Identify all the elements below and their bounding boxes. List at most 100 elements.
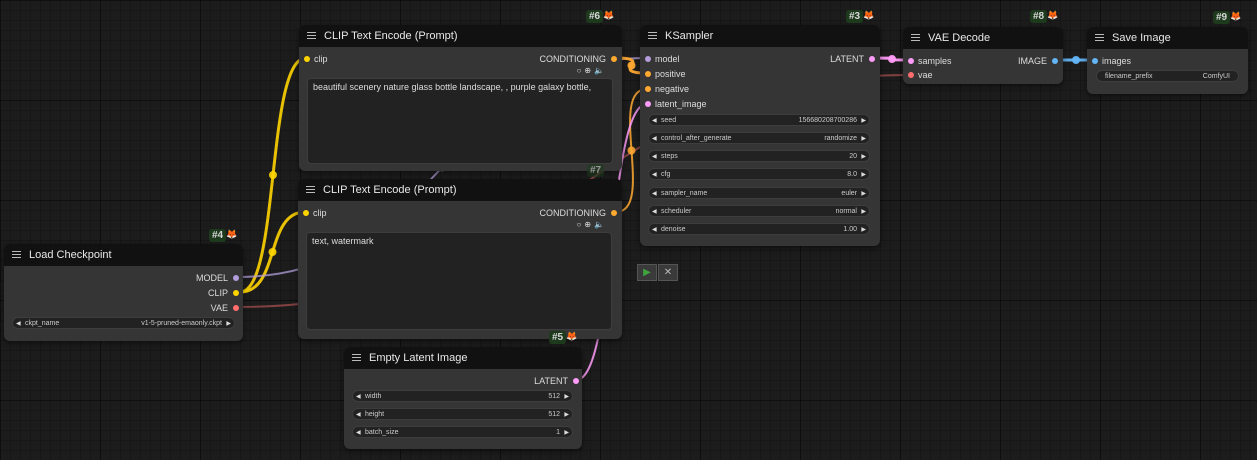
link-midpoint-handle[interactable] xyxy=(269,171,277,179)
decrement-arrow-icon[interactable]: ◀ xyxy=(652,190,657,197)
node-title-bar[interactable]: CLIP Text Encode (Prompt) xyxy=(299,25,622,47)
decrement-arrow-icon[interactable]: ◀ xyxy=(356,429,361,436)
link-midpoint-handle[interactable] xyxy=(268,248,277,256)
images-input-slot[interactable] xyxy=(1092,58,1098,64)
speaker-icon[interactable]: 🔈 xyxy=(594,66,607,75)
seed-widget[interactable]: ◀ seed 156680208700286 ▶ xyxy=(648,114,870,126)
negative-input-slot[interactable] xyxy=(645,86,651,92)
ckpt-name-widget[interactable]: ◀ ckpt_name v1-5-pruned-emaonly.ckpt ▶ xyxy=(12,317,235,329)
node-title-bar[interactable]: KSampler xyxy=(640,25,880,47)
cfg-widget[interactable]: ◀ cfg 8.0 ▶ xyxy=(648,168,870,180)
empty-latent-image-node[interactable]: Empty Latent Image LATENT ◀ width 512 ▶ ◀ he… xyxy=(344,347,582,449)
play-icon[interactable]: ▶ xyxy=(637,264,657,281)
node-title: Load Checkpoint xyxy=(29,249,112,261)
vae-output-slot[interactable] xyxy=(233,305,239,311)
load-checkpoint-node[interactable]: Load Checkpoint MODEL CLIP VAE ◀ ckpt_nam… xyxy=(4,244,243,341)
fox-icon: 🦊 xyxy=(226,229,238,239)
node-title: KSampler xyxy=(665,30,714,42)
conditioning-output-slot[interactable] xyxy=(611,210,617,216)
conditioning-output-label: CONDITIONING xyxy=(539,54,607,64)
hamburger-icon[interactable] xyxy=(648,32,657,40)
link-midpoint-handle[interactable] xyxy=(627,146,636,155)
clip-output-slot[interactable] xyxy=(233,290,239,296)
save-image-node[interactable]: Save Image images filename_prefix ComfyUI xyxy=(1087,27,1248,94)
clip-input-slot[interactable] xyxy=(304,56,310,62)
increment-arrow-icon[interactable]: ▶ xyxy=(861,153,866,160)
node-title-bar[interactable]: CLIP Text Encode (Prompt) xyxy=(298,179,622,201)
widget-label: sampler_name xyxy=(661,189,708,197)
decrement-arrow-icon[interactable]: ◀ xyxy=(652,153,657,160)
height-widget[interactable]: ◀ height 512 ▶ xyxy=(352,408,573,420)
model-input-slot[interactable] xyxy=(645,56,651,62)
clip-input-slot[interactable] xyxy=(303,210,309,216)
prompt-textarea[interactable]: text, watermark xyxy=(306,232,612,330)
scheduler-widget[interactable]: ◀ scheduler normal ▶ xyxy=(648,205,870,217)
latent-image-input-slot[interactable] xyxy=(645,101,651,107)
conditioning-output-slot[interactable] xyxy=(611,56,617,62)
positive-input-slot[interactable] xyxy=(645,71,651,77)
crosshair-icon[interactable]: ⊕ xyxy=(584,66,594,75)
samples-input-slot[interactable] xyxy=(908,58,914,64)
increment-arrow-icon[interactable]: ▶ xyxy=(861,117,866,124)
clip-text-encode-negative-node[interactable]: CLIP Text Encode (Prompt) clip CONDITION… xyxy=(298,179,622,339)
prompt-textarea[interactable]: beautiful scenery nature glass bottle la… xyxy=(307,78,613,164)
clip-text-encode-positive-node[interactable]: CLIP Text Encode (Prompt) clip CONDITION… xyxy=(299,25,622,171)
increment-arrow-icon[interactable]: ▶ xyxy=(861,226,866,233)
node-title-bar[interactable]: Load Checkpoint xyxy=(4,244,243,266)
sampler-name-widget[interactable]: ◀ sampler_name euler ▶ xyxy=(648,187,870,199)
decrement-arrow-icon[interactable]: ◀ xyxy=(652,208,657,215)
decrement-arrow-icon[interactable]: ◀ xyxy=(16,320,21,327)
increment-arrow-icon[interactable]: ▶ xyxy=(226,320,231,327)
hamburger-icon[interactable] xyxy=(12,251,21,259)
increment-arrow-icon[interactable]: ▶ xyxy=(861,171,866,178)
node-title-bar[interactable]: Save Image xyxy=(1087,27,1248,49)
vae-input-slot[interactable] xyxy=(908,72,914,78)
widget-value: ComfyUI xyxy=(1202,72,1230,80)
node-id-badge: #6 xyxy=(586,10,604,23)
hamburger-icon[interactable] xyxy=(307,32,316,40)
close-icon[interactable]: ✕ xyxy=(658,264,678,281)
crosshair-icon[interactable]: ⊕ xyxy=(584,220,594,229)
fox-icon: 🦊 xyxy=(863,10,875,20)
steps-widget[interactable]: ◀ steps 20 ▶ xyxy=(648,150,870,162)
denoise-widget[interactable]: ◀ denoise 1.00 ▶ xyxy=(648,223,870,235)
latent-output-slot[interactable] xyxy=(573,378,579,384)
image-output-slot[interactable] xyxy=(1052,58,1058,64)
filename-prefix-widget[interactable]: filename_prefix ComfyUI xyxy=(1096,70,1239,82)
decrement-arrow-icon[interactable]: ◀ xyxy=(356,411,361,418)
decrement-arrow-icon[interactable]: ◀ xyxy=(652,171,657,178)
hamburger-icon[interactable] xyxy=(1095,34,1104,42)
decrement-arrow-icon[interactable]: ◀ xyxy=(356,393,361,400)
widget-label: seed xyxy=(661,116,677,124)
speaker-icon[interactable]: 🔈 xyxy=(594,220,607,229)
control-after-generate-widget[interactable]: ◀ control_after_generate randomize ▶ xyxy=(648,132,870,144)
model-output-slot[interactable] xyxy=(233,275,239,281)
link-midpoint-handle[interactable] xyxy=(1072,56,1080,64)
decrement-arrow-icon[interactable]: ◀ xyxy=(652,117,657,124)
vae-decode-node[interactable]: VAE Decode samples vae IMAGE xyxy=(903,27,1063,84)
clip-output-label: CLIP xyxy=(207,288,228,298)
link-midpoint-handle[interactable] xyxy=(888,55,896,63)
node-title-bar[interactable]: Empty Latent Image xyxy=(344,347,582,369)
batch-size-widget[interactable]: ◀ batch_size 1 ▶ xyxy=(352,426,573,438)
vae-output-label: VAE xyxy=(210,303,228,313)
widget-value: 512 xyxy=(548,410,560,418)
ksampler-node[interactable]: KSampler model positive negative latent_… xyxy=(640,25,880,246)
latent-output-slot[interactable] xyxy=(869,56,875,62)
decrement-arrow-icon[interactable]: ◀ xyxy=(652,226,657,233)
increment-arrow-icon[interactable]: ▶ xyxy=(861,208,866,215)
node-title-bar[interactable]: VAE Decode xyxy=(903,27,1063,49)
increment-arrow-icon[interactable]: ▶ xyxy=(861,190,866,197)
hamburger-icon[interactable] xyxy=(306,186,315,194)
decrement-arrow-icon[interactable]: ◀ xyxy=(652,135,657,142)
increment-arrow-icon[interactable]: ▶ xyxy=(564,411,569,418)
hamburger-icon[interactable] xyxy=(352,354,361,362)
increment-arrow-icon[interactable]: ▶ xyxy=(564,393,569,400)
increment-arrow-icon[interactable]: ▶ xyxy=(861,135,866,142)
positive-input-label: positive xyxy=(655,69,686,79)
widget-label: height xyxy=(365,410,385,418)
increment-arrow-icon[interactable]: ▶ xyxy=(564,429,569,436)
link-midpoint-handle[interactable] xyxy=(627,61,636,70)
width-widget[interactable]: ◀ width 512 ▶ xyxy=(352,390,573,402)
hamburger-icon[interactable] xyxy=(911,34,920,42)
